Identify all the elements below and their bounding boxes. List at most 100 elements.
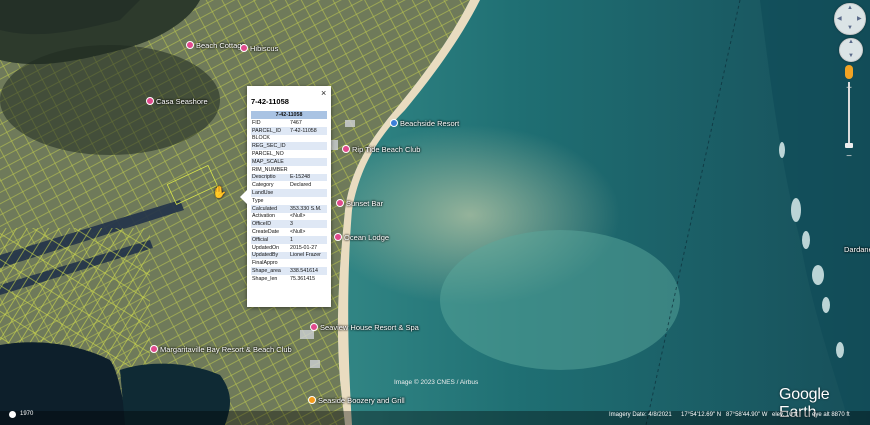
attribute-key: Type — [252, 197, 264, 204]
attribute-row: RIM_NUMBER — [251, 166, 327, 174]
arrow-up-icon: ▲ — [848, 39, 854, 45]
attribute-value: 7-42-11058 — [289, 126, 327, 135]
attribute-row: Activation <Null> — [251, 213, 327, 221]
popup-title: 7-42-11058 — [251, 97, 289, 106]
attribute-table: 7-42-11058 FID 7467 PARCEL_ID 7-42-11058 BLO… — [251, 111, 327, 283]
place-label[interactable]: Hibiscus — [240, 44, 278, 53]
popup-pointer — [240, 190, 247, 204]
arrow-up-icon: ▲ — [847, 5, 853, 11]
attribute-row: Calculated 353.330 S.M. — [251, 204, 327, 213]
attribute-key: LandUse — [251, 189, 289, 197]
attribute-value: 338.541614 — [289, 267, 327, 275]
attribute-row: OfficeID 3 — [251, 220, 327, 229]
attribute-value: Declared — [290, 182, 312, 189]
attribute-key: Shape_area — [251, 267, 289, 275]
attribute-row: Descriptio E-15248 — [251, 173, 327, 182]
attribute-value: 2015-01-27 — [290, 244, 318, 251]
attribute-row: PARCEL_NO — [251, 150, 327, 158]
attribute-value — [289, 150, 327, 158]
attribute-key: Calculated — [251, 204, 289, 213]
map-pin-icon — [310, 323, 318, 331]
parcel-info-popup: 7-42-11058 × 7-42-11058 FID 7467 PARCEL_ID… — [240, 86, 331, 307]
map-pin-icon — [334, 233, 342, 241]
attribute-value: <Null> — [290, 213, 306, 220]
attribute-key: Descriptio — [251, 173, 289, 182]
attribute-row: REG_SEC_ID — [251, 142, 327, 151]
attribute-row: UpdatedBy Lionel Frazer — [251, 251, 327, 260]
attribute-row: MAP_SCALE — [251, 157, 327, 166]
place-label[interactable]: Seaside Boozery and Grill — [308, 396, 405, 405]
attribute-value: 1 — [289, 235, 327, 244]
attribute-row: FinalAppro — [251, 259, 327, 267]
attribute-row: Category Declared — [251, 181, 327, 189]
attribute-key: UpdatedBy — [251, 251, 289, 260]
attribute-key: PARCEL_NO — [252, 151, 284, 158]
place-label[interactable]: Beachside Resort — [390, 119, 459, 128]
clock-icon — [9, 411, 16, 418]
attribute-value: 7467 — [290, 119, 302, 126]
attribute-value — [289, 189, 327, 197]
zoom-slider-thumb[interactable] — [845, 143, 853, 148]
attribute-key: Activation — [252, 213, 275, 220]
attribute-row: Official 1 — [251, 235, 327, 244]
attribute-value — [289, 142, 327, 151]
table-header: 7-42-11058 — [251, 111, 327, 119]
map-pin-icon — [342, 145, 350, 153]
attribute-row: UpdatedOn 2015-01-27 — [251, 244, 327, 252]
look-control[interactable]: ▲ ▼ ◀ ▶ — [834, 3, 866, 35]
attribute-row: Type — [251, 197, 327, 205]
arrow-down-icon: ▼ — [848, 53, 854, 59]
attribute-row: Shape_len 75.361415 — [251, 275, 327, 283]
attribute-key: OfficeID — [251, 220, 289, 229]
attribute-key: REG_SEC_ID — [251, 142, 289, 151]
zoom-out-icon[interactable]: − — [843, 152, 855, 162]
place-label[interactable]: Rip Tide Beach Club — [342, 145, 420, 154]
imagery-date: Imagery Date: 4/8/2021 — [609, 412, 672, 418]
attribute-value: 353.330 S.M. — [289, 204, 327, 213]
attribute-value: <Null> — [290, 229, 306, 236]
latitude-readout: 17°54'12.69" N — [681, 412, 722, 418]
attribute-key: Shape_len — [252, 275, 278, 282]
attribute-key: Category — [252, 182, 274, 189]
arrow-right-icon: ▶ — [857, 16, 862, 22]
attribute-row: Shape_area 338.541614 — [251, 267, 327, 275]
satellite-map[interactable] — [0, 0, 870, 425]
move-control[interactable]: ▲ ▼ — [839, 38, 863, 62]
arrow-left-icon: ◀ — [837, 16, 842, 22]
attribute-row: LandUse — [251, 189, 327, 197]
attribute-row: CreateDate <Null> — [251, 228, 327, 236]
map-pin-icon — [240, 44, 248, 52]
place-label[interactable]: Casa Seashore — [146, 97, 208, 106]
place-label[interactable]: Margaritaville Bay Resort & Beach Club — [150, 345, 292, 354]
historical-imagery-control[interactable]: 1970 — [9, 409, 41, 422]
attribute-key: MAP_SCALE — [251, 157, 289, 166]
map-pin-icon — [186, 41, 194, 49]
attribute-key: CreateDate — [252, 229, 280, 236]
place-label[interactable]: Dardanelle — [844, 245, 870, 254]
attribute-value — [289, 166, 327, 174]
attribute-row: PARCEL_ID 7-42-11058 — [251, 126, 327, 135]
map-pin-icon — [336, 199, 344, 207]
place-label[interactable]: Seaview House Resort & Spa — [310, 323, 419, 332]
hand-cursor-icon: ✋ — [212, 185, 227, 199]
place-label[interactable]: Ocean Lodge — [334, 233, 389, 242]
longitude-readout: 87°58'44.90" W — [726, 412, 768, 418]
close-icon[interactable]: × — [321, 88, 326, 98]
attribute-value: 3 — [289, 220, 327, 229]
time-year: 1970 — [20, 411, 34, 417]
attribute-key: BLOCK — [252, 135, 270, 142]
attribute-value — [289, 259, 327, 267]
attribute-key: PARCEL_ID — [251, 126, 289, 135]
place-label[interactable]: Beach Cottage — [186, 41, 246, 50]
attribute-value: Lionel Frazer — [289, 251, 327, 260]
street-view-pegman-icon[interactable] — [845, 65, 853, 79]
attribute-key: FID — [252, 119, 261, 126]
attribute-value — [289, 135, 327, 143]
zoom-slider[interactable] — [848, 82, 850, 148]
elevation-readout: elev. 10 ft — [772, 412, 798, 418]
arrow-down-icon: ▼ — [847, 25, 853, 31]
imagery-attribution: Image © 2023 CNES / Airbus — [394, 379, 479, 386]
attribute-value — [289, 157, 327, 166]
map-pin-icon — [308, 396, 316, 404]
place-label[interactable]: Sunset Bar — [336, 199, 383, 208]
